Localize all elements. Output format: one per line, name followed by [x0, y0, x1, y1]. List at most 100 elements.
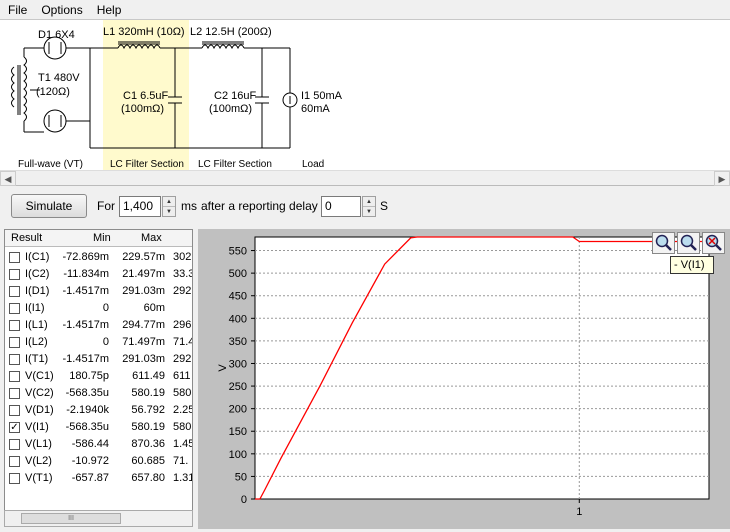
x-tick-label: 1	[576, 506, 582, 518]
table-row[interactable]: I(D1) -1.4517m 291.03m 292.	[5, 283, 193, 300]
chevron-down-icon[interactable]: ▼	[163, 207, 175, 217]
result-checkbox[interactable]	[9, 473, 20, 484]
result-min: 180.75p	[69, 370, 109, 382]
i1-label: I1 50mA	[301, 90, 342, 102]
result-min: -11.834m	[63, 268, 109, 280]
duration-input[interactable]: 1,400	[119, 196, 161, 217]
magnifier-icon	[655, 234, 672, 251]
table-row[interactable]: I(I1) 0 60m	[5, 300, 192, 317]
table-row[interactable]: I(C2) -11.834m 21.497m 33.3	[5, 266, 192, 283]
result-max: 294.77m	[122, 319, 165, 331]
result-checkbox[interactable]	[9, 337, 20, 348]
i1-value: 60mA	[301, 103, 330, 115]
result-checkbox[interactable]	[9, 388, 20, 399]
result-checkbox[interactable]: ✓	[9, 422, 20, 433]
result-checkbox[interactable]	[9, 286, 20, 297]
result-max: 291.03m	[122, 353, 165, 365]
menu-options[interactable]: Options	[41, 3, 82, 17]
zoom-in-button[interactable]	[652, 232, 675, 254]
table-row[interactable]: V(L1) -586.44 870.36 1.45	[5, 436, 192, 453]
result-name: V(T1)	[25, 472, 53, 484]
delay-input[interactable]: 0	[321, 196, 361, 217]
result-extra: 71.	[173, 455, 189, 467]
section-lc-filter-1: LC Filter Section	[110, 159, 184, 170]
result-extra: 580	[173, 421, 192, 433]
result-max: 21.497m	[122, 268, 165, 280]
result-checkbox[interactable]	[9, 320, 20, 331]
result-name: I(L1)	[25, 319, 48, 331]
section-load: Load	[302, 159, 325, 170]
result-max: 71.497m	[122, 336, 165, 348]
column-header-result[interactable]: Result	[11, 232, 42, 244]
result-min: -1.4517m	[62, 285, 109, 297]
result-max: 291.03m	[122, 285, 165, 297]
t1-resistance: (120Ω)	[36, 86, 70, 98]
zoom-out-button[interactable]	[677, 232, 700, 254]
table-row[interactable]: I(C1) -72.869m 229.57m 302.	[5, 249, 193, 266]
result-max: 580.19	[131, 421, 165, 433]
y-tick-label: 50	[235, 471, 247, 483]
result-checkbox[interactable]	[9, 439, 20, 450]
c2-label: C2 16uF	[214, 90, 257, 102]
result-name: I(I1)	[25, 302, 45, 314]
column-header-max[interactable]: Max	[141, 232, 162, 244]
delay-spinner[interactable]: ▲ ▼	[362, 196, 376, 217]
y-tick-label: 250	[229, 381, 247, 393]
table-row[interactable]: V(D1) -2.1940k 56.792 2.25	[5, 402, 192, 419]
result-checkbox[interactable]	[9, 405, 20, 416]
table-row[interactable]: ✓ V(I1) -568.35u 580.19 580	[5, 419, 192, 436]
results-scrollbar[interactable]: III	[4, 510, 193, 527]
y-tick-label: 500	[229, 268, 247, 280]
result-min: -1.4517m	[62, 319, 109, 331]
result-extra: 302.	[173, 251, 193, 263]
scroll-right-icon[interactable]: ▶	[714, 171, 730, 186]
y-tick-label: 200	[229, 404, 247, 416]
result-checkbox[interactable]	[9, 252, 20, 263]
result-checkbox[interactable]	[9, 269, 20, 280]
y-tick-label: 350	[229, 336, 247, 348]
result-min: -586.44	[71, 438, 109, 450]
table-row[interactable]: V(T1) -657.87 657.80 1.31	[5, 470, 192, 487]
chevron-down-icon[interactable]: ▼	[363, 207, 375, 217]
result-name: V(I1)	[25, 421, 49, 433]
chevron-up-icon[interactable]: ▲	[363, 197, 375, 207]
result-name: V(L2)	[25, 455, 52, 467]
result-name: I(C2)	[25, 268, 50, 280]
scrollbar-thumb[interactable]: III	[21, 513, 121, 524]
d1-label: D1 6X4	[38, 29, 75, 41]
duration-spinner[interactable]: ▲ ▼	[162, 196, 176, 217]
results-table[interactable]: Result Min Max I(C1) -72.869m 229.57m 302. I…	[4, 229, 193, 527]
result-extra: 292.	[173, 285, 193, 297]
y-tick-label: 400	[229, 313, 247, 325]
result-min: -568.35u	[65, 387, 109, 399]
table-row[interactable]: V(C1) 180.75p 611.49 611	[5, 368, 192, 385]
zoom-reset-button[interactable]	[702, 232, 725, 254]
c1-resistance: (100mΩ)	[121, 103, 165, 115]
column-header-min[interactable]: Min	[93, 232, 111, 244]
results-header: Result Min Max	[5, 230, 192, 247]
t1-label: T1 480V	[38, 72, 80, 84]
schematic-scrollbar[interactable]: ◀ ▶	[0, 170, 730, 186]
scroll-left-icon[interactable]: ◀	[0, 171, 16, 186]
magnifier-cancel-icon	[705, 234, 722, 251]
menu-file[interactable]: File	[8, 3, 27, 17]
simulate-button[interactable]: Simulate	[11, 194, 87, 218]
result-name: I(D1)	[25, 285, 50, 297]
table-row[interactable]: V(C2) -568.35u 580.19 580	[5, 385, 192, 402]
result-checkbox[interactable]	[9, 354, 20, 365]
table-row[interactable]: I(L2) 0 71.497m 71.4	[5, 334, 192, 351]
result-checkbox[interactable]	[9, 303, 20, 314]
result-checkbox[interactable]	[9, 456, 20, 467]
table-row[interactable]: I(L1) -1.4517m 294.77m 296.	[5, 317, 192, 334]
result-max: 60.685	[131, 455, 165, 467]
result-checkbox[interactable]	[9, 371, 20, 382]
result-min: -10.972	[71, 455, 109, 467]
table-row[interactable]: I(T1) -1.4517m 291.03m 292.	[5, 351, 192, 368]
table-row[interactable]: V(L2) -10.972 60.685 71.	[5, 453, 192, 470]
series-tooltip: - V(I1)	[670, 256, 714, 274]
result-min: -72.869m	[62, 251, 109, 263]
menu-help[interactable]: Help	[97, 3, 122, 17]
chevron-up-icon[interactable]: ▲	[163, 197, 175, 207]
result-min: 0	[102, 302, 109, 314]
result-name: I(L2)	[25, 336, 48, 348]
